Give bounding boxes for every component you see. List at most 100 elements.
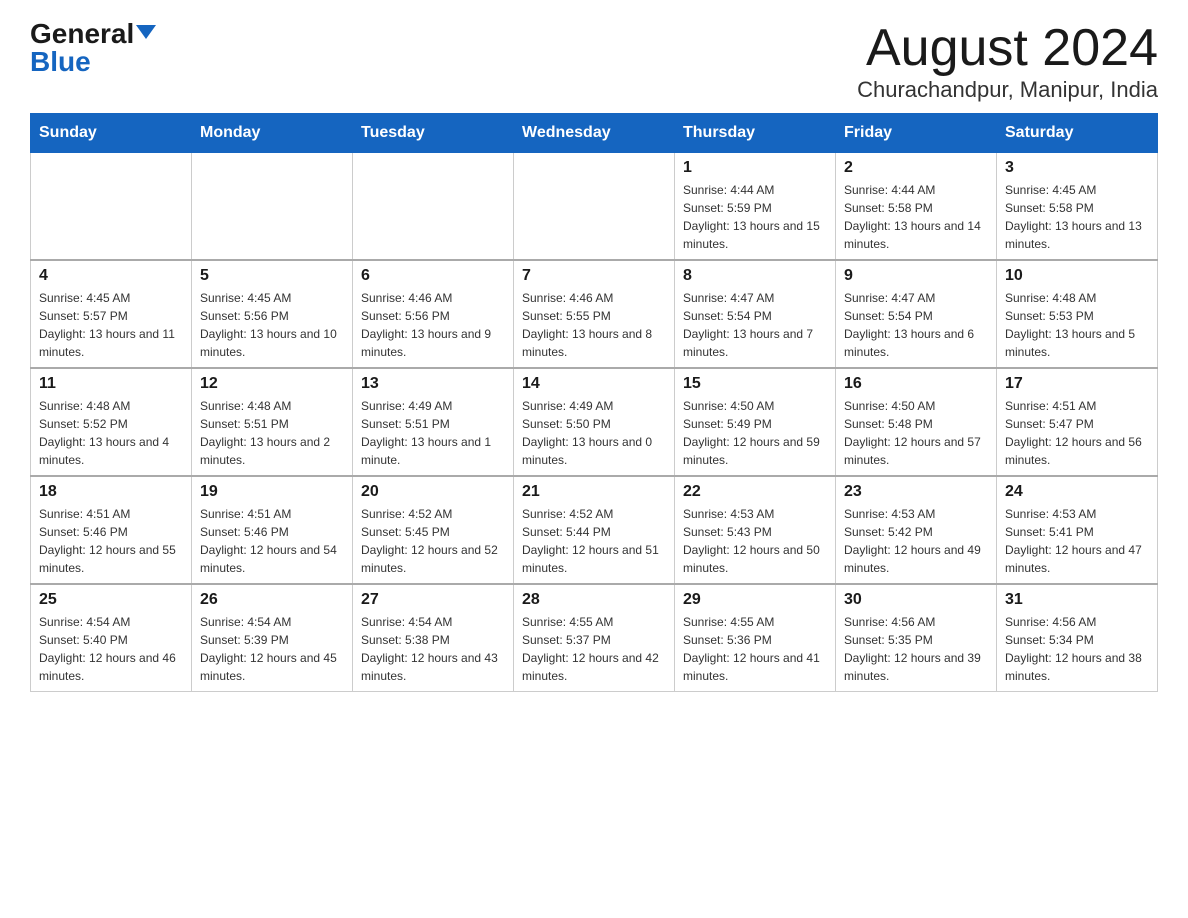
day-number: 30 bbox=[844, 591, 988, 609]
weekday-header-wednesday: Wednesday bbox=[514, 114, 675, 153]
calendar-cell: 11Sunrise: 4:48 AMSunset: 5:52 PMDayligh… bbox=[31, 368, 192, 476]
day-number: 10 bbox=[1005, 267, 1149, 285]
calendar-cell: 2 Sunrise: 4:44 AMSunset: 5:58 PMDaylight… bbox=[836, 153, 997, 261]
day-info: Sunrise: 4:44 AMSunset: 5:58 PMDaylight:… bbox=[844, 181, 988, 253]
calendar-cell: 1Sunrise: 4:44 AMSunset: 5:59 PMDaylight… bbox=[675, 153, 836, 261]
logo-blue-text: Blue bbox=[30, 48, 91, 76]
day-info: Sunrise: 4:54 AMSunset: 5:39 PMDaylight:… bbox=[200, 613, 344, 685]
day-number: 12 bbox=[200, 375, 344, 393]
day-info: Sunrise: 4:51 AMSunset: 5:46 PMDaylight:… bbox=[39, 505, 183, 577]
day-info: Sunrise: 4:53 AMSunset: 5:41 PMDaylight:… bbox=[1005, 505, 1149, 577]
calendar-cell: 28Sunrise: 4:55 AMSunset: 5:37 PMDayligh… bbox=[514, 584, 675, 692]
day-number: 13 bbox=[361, 375, 505, 393]
day-info: Sunrise: 4:48 AMSunset: 5:51 PMDaylight:… bbox=[200, 397, 344, 469]
day-number: 5 bbox=[200, 267, 344, 285]
calendar-cell: 18 Sunrise: 4:51 AMSunset: 5:46 PMDayligh… bbox=[31, 476, 192, 584]
calendar-cell bbox=[353, 153, 514, 261]
calendar-cell: 4Sunrise: 4:45 AMSunset: 5:57 PMDaylight… bbox=[31, 260, 192, 368]
calendar-cell: 10 Sunrise: 4:48 AMSunset: 5:53 PMDayligh… bbox=[997, 260, 1158, 368]
page-header: General Blue August 2024 Churachandpur, … bbox=[30, 20, 1158, 103]
day-info: Sunrise: 4:45 AMSunset: 5:56 PMDaylight:… bbox=[200, 289, 344, 361]
calendar-cell: 6 Sunrise: 4:46 AMSunset: 5:56 PMDaylight… bbox=[353, 260, 514, 368]
day-info: Sunrise: 4:53 AMSunset: 5:42 PMDaylight:… bbox=[844, 505, 988, 577]
day-number: 14 bbox=[522, 375, 666, 393]
calendar-cell: 15 Sunrise: 4:50 AMSunset: 5:49 PMDayligh… bbox=[675, 368, 836, 476]
day-info: Sunrise: 4:52 AMSunset: 5:44 PMDaylight:… bbox=[522, 505, 666, 577]
day-number: 2 bbox=[844, 159, 988, 177]
day-info: Sunrise: 4:45 AMSunset: 5:58 PMDaylight:… bbox=[1005, 181, 1149, 253]
day-info: Sunrise: 4:54 AMSunset: 5:38 PMDaylight:… bbox=[361, 613, 505, 685]
day-info: Sunrise: 4:54 AMSunset: 5:40 PMDaylight:… bbox=[39, 613, 183, 685]
day-number: 19 bbox=[200, 483, 344, 501]
day-info: Sunrise: 4:45 AMSunset: 5:57 PMDaylight:… bbox=[39, 289, 183, 361]
calendar-cell: 9 Sunrise: 4:47 AMSunset: 5:54 PMDaylight… bbox=[836, 260, 997, 368]
day-info: Sunrise: 4:48 AMSunset: 5:53 PMDaylight:… bbox=[1005, 289, 1149, 361]
day-info: Sunrise: 4:51 AMSunset: 5:46 PMDaylight:… bbox=[200, 505, 344, 577]
weekday-header-row: SundayMondayTuesdayWednesdayThursdayFrid… bbox=[31, 114, 1158, 153]
day-number: 1 bbox=[683, 159, 827, 177]
day-number: 22 bbox=[683, 483, 827, 501]
day-number: 3 bbox=[1005, 159, 1149, 177]
calendar-cell: 19 Sunrise: 4:51 AMSunset: 5:46 PMDayligh… bbox=[192, 476, 353, 584]
day-number: 21 bbox=[522, 483, 666, 501]
calendar-table: SundayMondayTuesdayWednesdayThursdayFrid… bbox=[30, 113, 1158, 692]
calendar-cell: 25 Sunrise: 4:54 AMSunset: 5:40 PMDayligh… bbox=[31, 584, 192, 692]
weekday-header-saturday: Saturday bbox=[997, 114, 1158, 153]
day-number: 15 bbox=[683, 375, 827, 393]
day-info: Sunrise: 4:53 AMSunset: 5:43 PMDaylight:… bbox=[683, 505, 827, 577]
logo-general-text: General bbox=[30, 20, 134, 48]
calendar-week-row: 25 Sunrise: 4:54 AMSunset: 5:40 PMDayligh… bbox=[31, 584, 1158, 692]
day-number: 18 bbox=[39, 483, 183, 501]
day-number: 23 bbox=[844, 483, 988, 501]
day-number: 6 bbox=[361, 267, 505, 285]
calendar-cell: 5 Sunrise: 4:45 AMSunset: 5:56 PMDaylight… bbox=[192, 260, 353, 368]
day-info: Sunrise: 4:51 AMSunset: 5:47 PMDaylight:… bbox=[1005, 397, 1149, 469]
calendar-week-row: 11Sunrise: 4:48 AMSunset: 5:52 PMDayligh… bbox=[31, 368, 1158, 476]
calendar-cell: 16 Sunrise: 4:50 AMSunset: 5:48 PMDayligh… bbox=[836, 368, 997, 476]
calendar-cell: 24Sunrise: 4:53 AMSunset: 5:41 PMDayligh… bbox=[997, 476, 1158, 584]
calendar-cell: 3 Sunrise: 4:45 AMSunset: 5:58 PMDaylight… bbox=[997, 153, 1158, 261]
logo: General Blue bbox=[30, 20, 156, 76]
day-info: Sunrise: 4:52 AMSunset: 5:45 PMDaylight:… bbox=[361, 505, 505, 577]
weekday-header-monday: Monday bbox=[192, 114, 353, 153]
day-info: Sunrise: 4:47 AMSunset: 5:54 PMDaylight:… bbox=[844, 289, 988, 361]
calendar-cell: 13 Sunrise: 4:49 AMSunset: 5:51 PMDayligh… bbox=[353, 368, 514, 476]
day-number: 16 bbox=[844, 375, 988, 393]
logo-triangle-icon bbox=[136, 25, 156, 39]
month-title: August 2024 bbox=[857, 20, 1158, 77]
day-number: 8 bbox=[683, 267, 827, 285]
calendar-cell: 22 Sunrise: 4:53 AMSunset: 5:43 PMDayligh… bbox=[675, 476, 836, 584]
day-info: Sunrise: 4:50 AMSunset: 5:48 PMDaylight:… bbox=[844, 397, 988, 469]
calendar-cell: 7Sunrise: 4:46 AMSunset: 5:55 PMDaylight… bbox=[514, 260, 675, 368]
calendar-week-row: 1Sunrise: 4:44 AMSunset: 5:59 PMDaylight… bbox=[31, 153, 1158, 261]
calendar-week-row: 4Sunrise: 4:45 AMSunset: 5:57 PMDaylight… bbox=[31, 260, 1158, 368]
day-number: 25 bbox=[39, 591, 183, 609]
day-number: 26 bbox=[200, 591, 344, 609]
title-section: August 2024 Churachandpur, Manipur, Indi… bbox=[857, 20, 1158, 103]
calendar-cell: 20Sunrise: 4:52 AMSunset: 5:45 PMDayligh… bbox=[353, 476, 514, 584]
calendar-cell: 23 Sunrise: 4:53 AMSunset: 5:42 PMDayligh… bbox=[836, 476, 997, 584]
day-info: Sunrise: 4:50 AMSunset: 5:49 PMDaylight:… bbox=[683, 397, 827, 469]
day-info: Sunrise: 4:55 AMSunset: 5:36 PMDaylight:… bbox=[683, 613, 827, 685]
calendar-cell bbox=[514, 153, 675, 261]
day-info: Sunrise: 4:48 AMSunset: 5:52 PMDaylight:… bbox=[39, 397, 183, 469]
location-title: Churachandpur, Manipur, India bbox=[857, 77, 1158, 103]
calendar-cell: 26 Sunrise: 4:54 AMSunset: 5:39 PMDayligh… bbox=[192, 584, 353, 692]
day-info: Sunrise: 4:46 AMSunset: 5:56 PMDaylight:… bbox=[361, 289, 505, 361]
day-info: Sunrise: 4:49 AMSunset: 5:51 PMDaylight:… bbox=[361, 397, 505, 469]
calendar-cell: 14 Sunrise: 4:49 AMSunset: 5:50 PMDayligh… bbox=[514, 368, 675, 476]
calendar-week-row: 18 Sunrise: 4:51 AMSunset: 5:46 PMDayligh… bbox=[31, 476, 1158, 584]
day-info: Sunrise: 4:56 AMSunset: 5:34 PMDaylight:… bbox=[1005, 613, 1149, 685]
weekday-header-sunday: Sunday bbox=[31, 114, 192, 153]
day-number: 28 bbox=[522, 591, 666, 609]
calendar-cell: 27 Sunrise: 4:54 AMSunset: 5:38 PMDayligh… bbox=[353, 584, 514, 692]
day-number: 17 bbox=[1005, 375, 1149, 393]
day-number: 9 bbox=[844, 267, 988, 285]
day-info: Sunrise: 4:49 AMSunset: 5:50 PMDaylight:… bbox=[522, 397, 666, 469]
day-info: Sunrise: 4:46 AMSunset: 5:55 PMDaylight:… bbox=[522, 289, 666, 361]
day-number: 27 bbox=[361, 591, 505, 609]
day-info: Sunrise: 4:56 AMSunset: 5:35 PMDaylight:… bbox=[844, 613, 988, 685]
calendar-cell: 8Sunrise: 4:47 AMSunset: 5:54 PMDaylight… bbox=[675, 260, 836, 368]
weekday-header-thursday: Thursday bbox=[675, 114, 836, 153]
weekday-header-friday: Friday bbox=[836, 114, 997, 153]
